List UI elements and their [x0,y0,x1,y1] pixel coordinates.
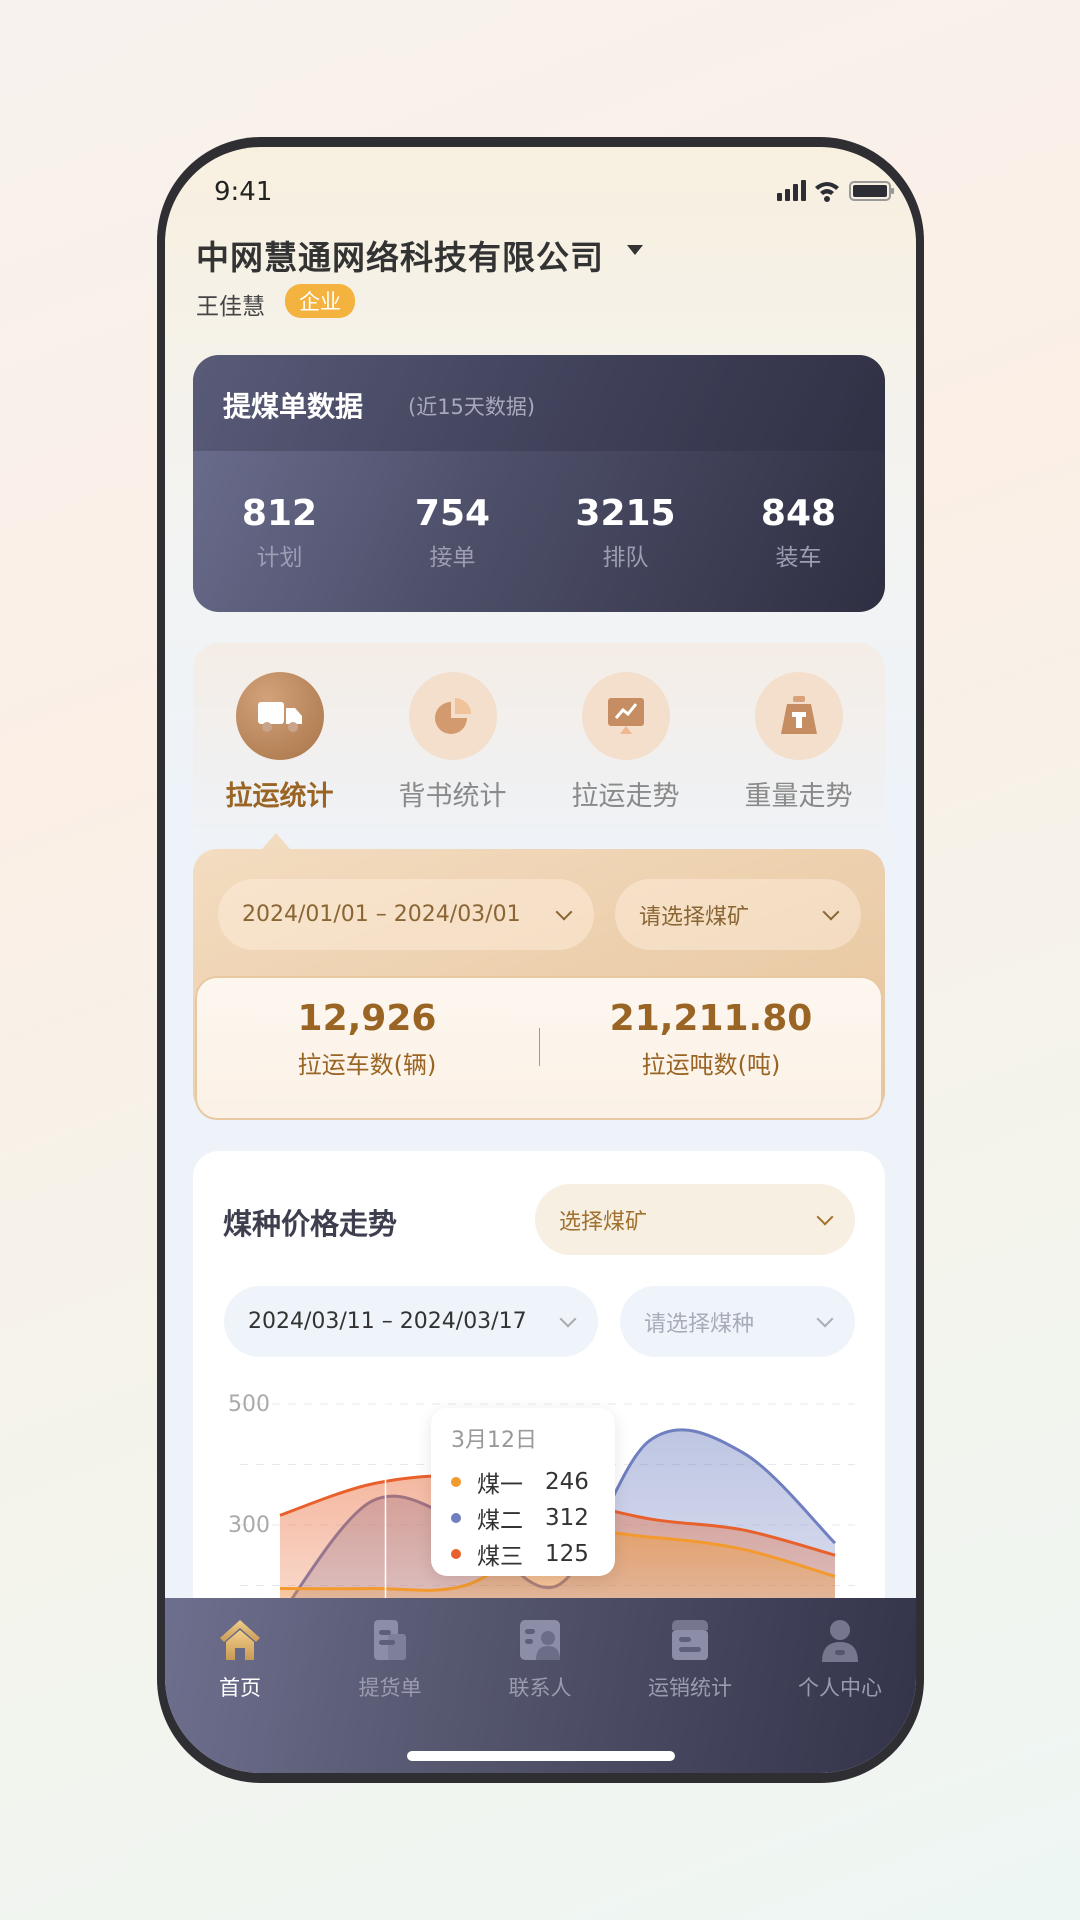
role-badge: 企业 [285,284,355,318]
date-range-value: 2024/01/01 – 2024/03/01 [242,902,521,927]
mine-select[interactable]: 选择煤矿 [535,1184,855,1255]
status-icons [777,180,894,202]
menu-endorsement-stats[interactable]: 背书统计 [366,672,539,813]
transport-summary: 12,926 拉运车数(辆) 21,211.80 拉运吨数(吨) [195,976,883,1120]
stat-value: 754 [414,493,491,534]
nav-label: 运销统计 [648,1676,732,1700]
stat-value: 812 [241,493,318,534]
stat-label: 计划 [256,545,303,571]
nav-delivery-orders[interactable]: 提货单 [315,1616,465,1702]
stat-value: 848 [760,493,837,534]
chevron-down-icon [559,1310,577,1327]
phone-frame: 9:41 中网慧通网络科技有限公司 王佳慧 企业 提煤单数据 (近15天数据) … [157,137,924,1783]
y-tick-label: 500 [228,1392,270,1417]
series-dot [451,1513,461,1523]
tooltip-value: 125 [545,1541,589,1567]
chevron-down-icon [555,903,573,920]
app-screen: 9:41 中网慧通网络科技有限公司 王佳慧 企业 提煤单数据 (近15天数据) … [165,147,916,1773]
series-dot [451,1549,461,1559]
company-name[interactable]: 中网慧通网络科技有限公司 [196,231,604,279]
wifi-icon [815,182,839,202]
chevron-down-icon [816,1208,834,1225]
truck-icon [235,672,324,760]
coal-type-placeholder: 请选择煤种 [644,1311,755,1337]
y-tick-label: 300 [228,1513,270,1538]
menu-transport-trend[interactable]: 拉运走势 [539,672,712,813]
tooltip-row: 煤二 312 [451,1500,595,1536]
home-icon [220,1620,260,1660]
stat-value: 3215 [575,493,676,534]
nav-label: 首页 [219,1676,261,1700]
mine-placeholder: 请选择煤矿 [639,904,750,930]
chart-date-range-dropdown[interactable]: 2024/03/11 – 2024/03/17 [224,1286,598,1357]
tooltip-row: 煤三 125 [451,1536,595,1572]
stat-label: 接单 [429,545,476,571]
card-subtitle: (近15天数据) [408,395,536,419]
vehicle-count-value: 12,926 [297,998,437,1039]
person-icon [822,1620,858,1662]
chevron-down-icon [822,903,840,920]
user-name: 王佳慧 [196,294,265,320]
tonnage: 21,211.80 拉运吨数(吨) [541,998,881,1080]
pie-chart-icon [408,672,497,760]
coal-type-dropdown[interactable]: 请选择煤种 [620,1286,855,1357]
menu-transport-stats[interactable]: 拉运统计 [193,672,366,813]
nav-home[interactable]: 首页 [165,1616,315,1702]
chart-date-range: 2024/03/11 – 2024/03/17 [248,1309,527,1334]
menu-label: 背书统计 [398,781,507,812]
card-title: 提煤单数据 [223,390,364,423]
stat-label: 排队 [602,545,649,571]
contacts-icon [520,1620,560,1660]
mine-select-label: 选择煤矿 [559,1209,648,1235]
nav-sales-stats[interactable]: 运销统计 [615,1616,765,1702]
tonnage-value: 21,211.80 [609,998,813,1039]
tooltip-series: 煤三 [477,1544,523,1570]
archive-icon [672,1620,708,1660]
tooltip-series: 煤一 [477,1472,523,1498]
stat-queue[interactable]: 3215 排队 [539,493,712,572]
menu-label: 拉运走势 [571,781,680,812]
chevron-down-icon [816,1310,834,1327]
chart-tooltip: 3月12日 煤一 246 煤二 312 煤三 125 [431,1408,615,1576]
vehicle-count: 12,926 拉运车数(辆) [197,998,537,1080]
nav-profile[interactable]: 个人中心 [765,1616,915,1702]
tooltip-date: 3月12日 [451,1428,537,1453]
nav-contacts[interactable]: 联系人 [465,1616,615,1702]
home-indicator[interactable] [407,1751,675,1761]
weight-icon [754,672,843,760]
mine-dropdown[interactable]: 请选择煤矿 [615,879,861,950]
tooltip-series: 煤二 [477,1508,523,1534]
nav-label: 联系人 [508,1676,572,1700]
tooltip-value: 312 [545,1505,589,1531]
date-range-dropdown[interactable]: 2024/01/01 – 2024/03/01 [218,879,594,950]
bottom-nav: 首页 提货单 联系人 运销统计 个人中心 [165,1598,916,1773]
order-data-card: 提煤单数据 (近15天数据) 812 计划 754 接单 3215 排队 848 装车 [193,355,885,612]
battery-icon [849,181,894,201]
nav-label: 个人中心 [798,1676,882,1700]
menu-label: 拉运统计 [225,781,334,812]
price-trend-title: 煤种价格走势 [223,1207,398,1241]
tooltip-value: 246 [545,1469,589,1495]
stat-accepted[interactable]: 754 接单 [366,493,539,572]
stat-plan[interactable]: 812 计划 [193,493,366,572]
status-time: 9:41 [214,177,273,207]
signal-icon [777,180,806,201]
trend-monitor-icon [581,672,670,760]
nav-label: 提货单 [358,1676,422,1700]
divider [539,1028,540,1066]
document-icon [374,1620,406,1660]
tooltip-row: 煤一 246 [451,1464,595,1500]
series-dot [451,1477,461,1487]
caret-down-icon[interactable] [627,245,643,255]
menu-weight-trend[interactable]: 重量走势 [712,672,885,813]
active-tab-pointer [262,833,290,849]
tonnage-label: 拉运吨数(吨) [641,1051,781,1079]
vehicle-count-label: 拉运车数(辆) [297,1051,437,1079]
stat-loaded[interactable]: 848 装车 [712,493,885,572]
stat-label: 装车 [775,545,822,571]
menu-label: 重量走势 [744,781,853,812]
